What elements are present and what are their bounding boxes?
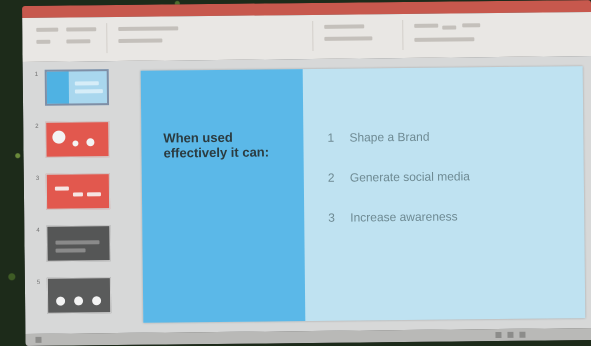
slide-thumbnail-2[interactable] (45, 121, 110, 158)
thumbnail-text-line (86, 192, 101, 197)
thumbnail-circle (72, 140, 79, 147)
list-item-number: 3 (328, 210, 335, 225)
thumbnail-circle (74, 296, 84, 306)
list-item-text: Shape a Brand (349, 129, 430, 145)
thumbnail-number: 5 (36, 279, 41, 286)
slide-sorter-button[interactable] (519, 331, 526, 338)
ribbon-divider (402, 20, 404, 51)
slide-status-icon (35, 336, 42, 343)
thumbnail-text-line (74, 81, 99, 86)
shapes-tool[interactable] (414, 23, 439, 28)
list-item: 1 Shape a Brand (327, 129, 469, 170)
list-item: 3 Increase awareness (328, 209, 470, 250)
ribbon-divider (312, 20, 314, 51)
thumbnail-number: 3 (35, 175, 40, 182)
paste-tool[interactable] (36, 27, 59, 32)
thumbnail-number: 2 (35, 123, 39, 130)
list-item-text: Increase awareness (350, 209, 458, 225)
editor-workspace: 1 2 3 4 5 When used effectively it can: … (22, 56, 591, 334)
thumbnail-text-line (55, 240, 100, 245)
thumbnail-accent (46, 71, 70, 104)
slide-thumbnail-3[interactable] (45, 173, 111, 210)
notes-button[interactable] (495, 331, 502, 339)
thumbnail-circle (86, 138, 95, 147)
clipboard-tool[interactable] (36, 39, 51, 44)
slide-thumbnail-1[interactable] (44, 69, 110, 106)
drawing-tools[interactable] (414, 37, 475, 42)
thumbnail-text-line (55, 248, 86, 253)
alignment-tools[interactable] (324, 36, 373, 41)
new-slide-tool[interactable] (66, 27, 97, 32)
list-item-number: 2 (327, 170, 335, 185)
thumbnail-text-line (74, 89, 103, 94)
ribbon-toolbar (22, 12, 591, 62)
layout-tool[interactable] (66, 39, 91, 44)
slide-bullet-list[interactable]: 1 Shape a Brand 2 Generate social media 3I… (327, 129, 470, 250)
normal-view-button[interactable] (507, 331, 514, 338)
list-item-number: 1 (327, 130, 335, 145)
paragraph-tools[interactable] (324, 24, 365, 29)
thumbnail-circle (56, 296, 66, 306)
arrange-tool[interactable] (442, 25, 457, 30)
thumbnail-text-line (54, 186, 69, 191)
slide-heading[interactable]: When used effectively it can: (163, 129, 273, 161)
thumbnail-text-line (72, 192, 83, 197)
thumbnail-number: 4 (36, 227, 40, 234)
ribbon-divider (106, 23, 108, 54)
slide-accent-panel: When used effectively it can: (140, 69, 306, 323)
thumbnail-number: 1 (34, 71, 39, 78)
list-item-text: Generate social media (349, 169, 470, 185)
current-slide[interactable]: When used effectively it can: 1 Shape a B… (140, 66, 586, 323)
slide-thumbnail-5[interactable] (46, 277, 112, 314)
slide-thumbnail-4[interactable] (46, 225, 111, 262)
thumbnail-circle (92, 296, 102, 306)
monitor-screen: 1 2 3 4 5 When used effectively it can: … (22, 0, 591, 346)
font-family-select[interactable] (118, 26, 179, 31)
thumbnail-circle (52, 130, 66, 144)
slide-thumbnail-pane: 1 2 3 4 5 (34, 67, 116, 330)
quick-styles-tool[interactable] (462, 23, 481, 28)
font-format-tools[interactable] (118, 38, 163, 43)
list-item: 2 Generate social media (328, 169, 470, 210)
